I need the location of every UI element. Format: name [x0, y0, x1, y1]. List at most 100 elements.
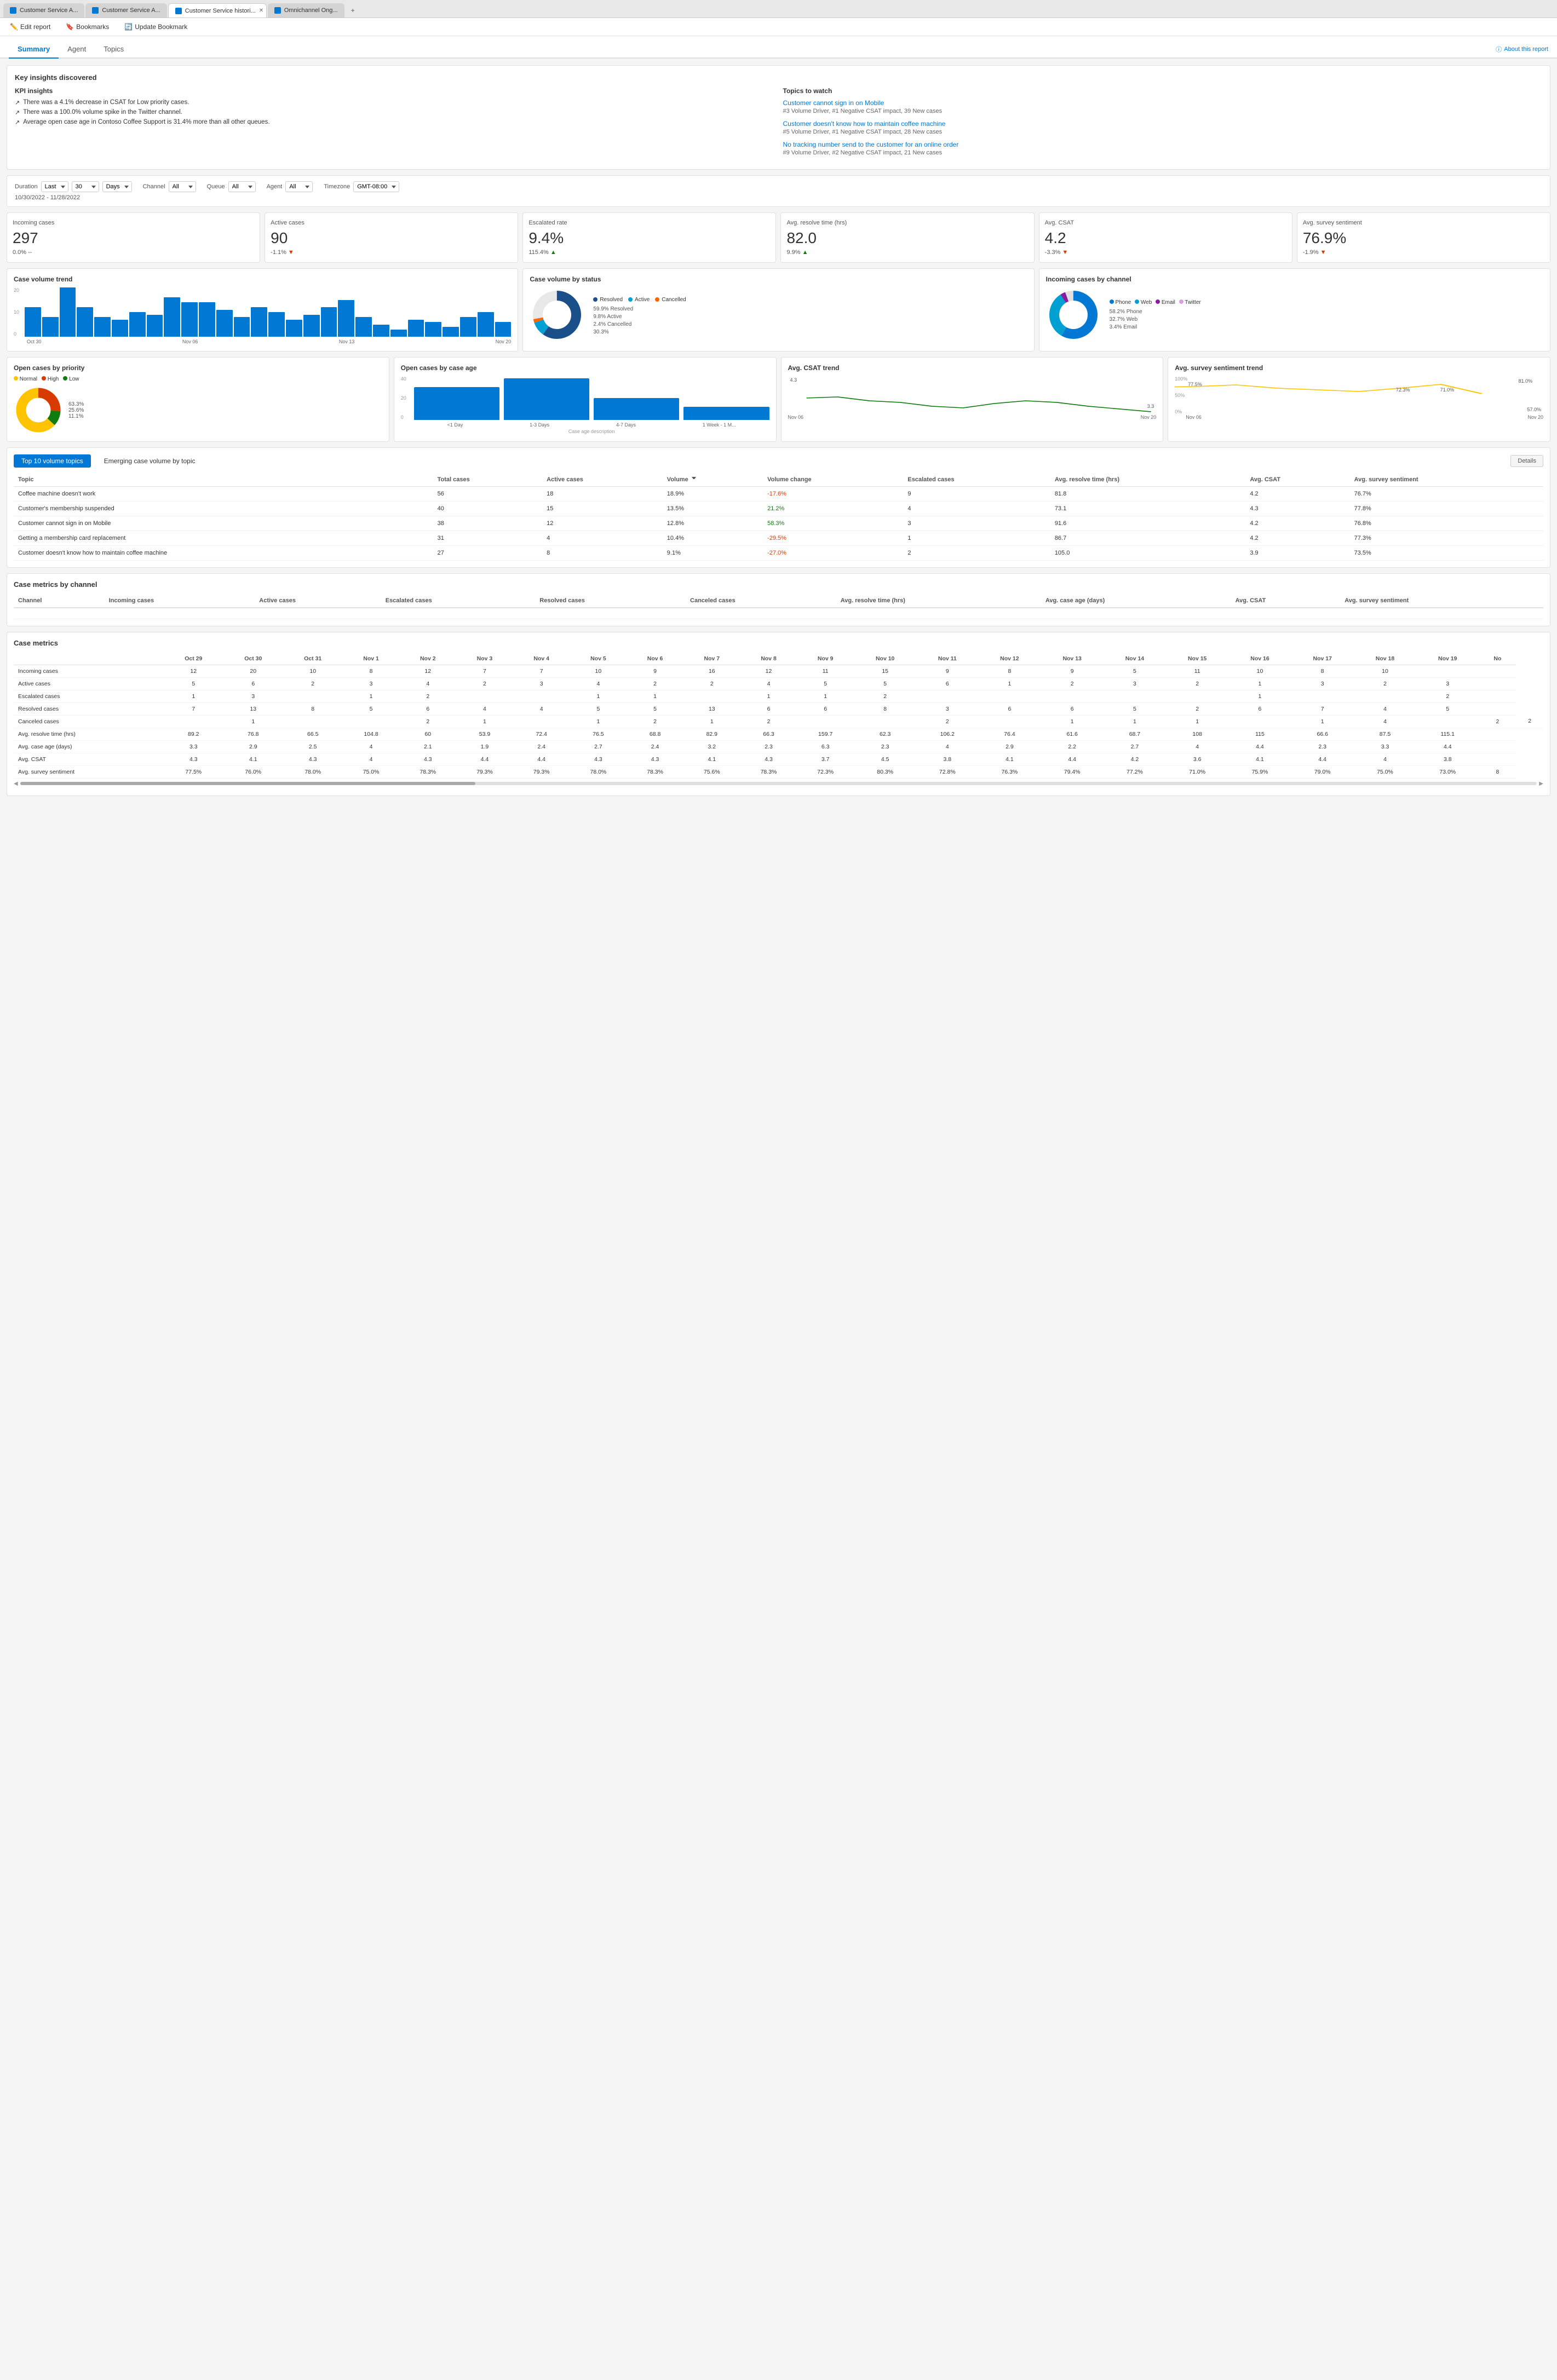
arrow-up: ▲ — [802, 249, 808, 256]
topic-total-0: 56 — [433, 487, 543, 502]
volume-status-title: Case volume by status — [530, 275, 1027, 283]
active-label: Active — [635, 297, 650, 303]
tab-add-button[interactable]: + — [346, 3, 360, 18]
topic-active-3: 4 — [542, 531, 663, 546]
web-dot — [1135, 299, 1139, 304]
daily-cell-8-15: 79.4% — [1041, 765, 1104, 778]
daily-cell-4-0 — [164, 715, 223, 728]
topic-sentiment-0: 76.7% — [1350, 487, 1543, 502]
cancelled-label: Cancelled — [662, 297, 686, 303]
nav-tab-topics[interactable]: Topics — [95, 41, 133, 59]
scroll-right[interactable]: ▶ — [1539, 781, 1543, 787]
phone-label: Phone — [1115, 299, 1131, 306]
emerging-topics-button[interactable]: Emerging case volume by topic — [96, 454, 203, 468]
daily-cell-1-5: 2 — [456, 677, 513, 690]
daily-cell-0-20: 10 — [1354, 665, 1416, 677]
daily-cell-2-18: 1 — [1228, 690, 1291, 702]
nav-tab-summary[interactable]: Summary — [9, 41, 59, 59]
sent-val-775: 77.5% — [1188, 382, 1202, 387]
duration-unit-select[interactable]: Days — [102, 181, 132, 192]
nav-tab-agent[interactable]: Agent — [59, 41, 95, 59]
topic-watch-link-3[interactable]: No tracking number send to the customer … — [783, 141, 959, 148]
normal-legend: Normal — [14, 376, 37, 382]
tab-close-3[interactable]: ✕ — [259, 8, 263, 14]
timezone-select[interactable]: GMT-08:00 — [353, 181, 399, 192]
daily-cell-0-11: 11 — [797, 665, 854, 677]
age-x-label: Case age description — [414, 429, 769, 434]
bookmarks-button[interactable]: 🔖 Bookmarks — [62, 21, 112, 32]
duration-value-select[interactable]: 30 — [72, 181, 99, 192]
x-label-oct30: Oct 30 — [27, 339, 42, 344]
daily-row-label-6: Avg. case age (days) — [14, 740, 164, 753]
tab-2[interactable]: Customer Service A... — [85, 3, 166, 18]
daily-cell-6-9: 3.2 — [683, 740, 740, 753]
col-escalated: Escalated cases — [903, 473, 1050, 487]
pct-resolved: 59.9% Resolved — [593, 306, 686, 312]
list-item: Avg. case age (days)3.32.92.542.11.92.42… — [14, 740, 1543, 753]
topic-name-3: Getting a membership card replacement — [14, 531, 433, 546]
daily-date-22: No — [1479, 653, 1516, 665]
info-icon: ⓘ — [1496, 45, 1502, 54]
topic-watch-sub-2: #5 Volume Driver, #1 Negative CSAT impac… — [783, 129, 1543, 135]
list-item: Resolved cases713856445513668366526745 — [14, 702, 1543, 715]
daily-cell-8-4: 78.3% — [399, 765, 456, 778]
scroll-left[interactable]: ◀ — [14, 781, 18, 787]
toolbar: ✏️ Edit report 🔖 Bookmarks 🔄 Update Book… — [0, 18, 1557, 36]
ch-col-escalated: Escalated cases — [381, 594, 536, 608]
ch-col-resolved: Resolved cases — [535, 594, 686, 608]
topic-volume-4: 9.1% — [663, 546, 763, 561]
daily-cell-2-11: 1 — [797, 690, 854, 702]
kpi-change-4: -3.3% ▼ — [1045, 249, 1286, 256]
top10-volume-button[interactable]: Top 10 volume topics — [14, 454, 91, 468]
topic-watch-link-1[interactable]: Customer cannot sign in on Mobile — [783, 99, 884, 107]
csat-val-1: 4.3 — [790, 377, 797, 383]
daily-cell-3-18: 6 — [1228, 702, 1291, 715]
daily-table-wrapper[interactable]: Oct 29Oct 30Oct 31Nov 1Nov 2Nov 3Nov 4No… — [14, 653, 1543, 779]
tab-4[interactable]: Omnichannel Ong... — [268, 3, 344, 18]
bar-0 — [25, 307, 41, 337]
col-volume: Volume — [663, 473, 763, 487]
daily-cell-5-16: 68.7 — [1104, 728, 1166, 740]
table-row: Customer cannot sign in on Mobile 38 12 … — [14, 516, 1543, 531]
low-legend: Low — [63, 376, 79, 382]
daily-date-14: Nov 12 — [978, 653, 1041, 665]
daily-row-label-3: Resolved cases — [14, 702, 164, 715]
channel-select[interactable]: All — [169, 181, 196, 192]
daily-cell-0-2: 10 — [283, 665, 343, 677]
queue-select[interactable]: All — [228, 181, 256, 192]
email-dot — [1156, 299, 1160, 304]
daily-cell-0-8: 9 — [627, 665, 683, 677]
topic-watch-link-2[interactable]: Customer doesn't know how to maintain co… — [783, 120, 946, 128]
daily-cell-1-6: 3 — [513, 677, 570, 690]
sent-val-81: 81.0% — [1518, 378, 1532, 384]
scrollbar[interactable]: ◀ ▶ — [14, 779, 1543, 789]
tab-label-3: Customer Service histori... — [185, 8, 256, 14]
tab-1[interactable]: Customer Service A... — [3, 3, 84, 18]
daily-cell-0-6: 7 — [513, 665, 570, 677]
duration-type-select[interactable]: Last — [41, 181, 68, 192]
topic-escalated-2: 3 — [903, 516, 1050, 531]
daily-cell-2-6 — [513, 690, 570, 702]
daily-cell-4-11 — [797, 715, 854, 728]
top-nav: Summary Agent Topics ⓘ About this report — [0, 36, 1557, 59]
resolved-label: Resolved — [600, 297, 623, 303]
daily-cell-7-9: 4.1 — [683, 753, 740, 765]
daily-col-metric — [14, 653, 164, 665]
tab-3[interactable]: Customer Service histori... ✕ — [168, 3, 267, 18]
daily-cell-3-10: 6 — [740, 702, 797, 715]
details-button[interactable]: Details — [1510, 455, 1543, 467]
daily-metrics-section: Case metrics Oct 29Oct 30Oct 31Nov 1Nov … — [7, 632, 1550, 796]
topic-name-1: Customer's membership suspended — [14, 502, 433, 516]
daily-cell-2-8: 1 — [627, 690, 683, 702]
topic-volchange-0: -17.6% — [763, 487, 903, 502]
agent-select[interactable]: All — [285, 181, 313, 192]
daily-cell-2-17 — [1166, 690, 1228, 702]
edit-report-button[interactable]: ✏️ Edit report — [7, 21, 54, 32]
daily-cell-7-4: 4.3 — [399, 753, 456, 765]
about-report-link[interactable]: ⓘ About this report — [1496, 45, 1548, 54]
volume-trend-chart: Case volume trend 20 10 0 Oct 30 Nov 06 … — [7, 268, 518, 351]
bar-3 — [77, 307, 93, 337]
daily-cell-8-17: 71.0% — [1166, 765, 1228, 778]
bar-11 — [216, 310, 233, 337]
update-bookmark-button[interactable]: 🔄 Update Bookmark — [121, 21, 191, 32]
